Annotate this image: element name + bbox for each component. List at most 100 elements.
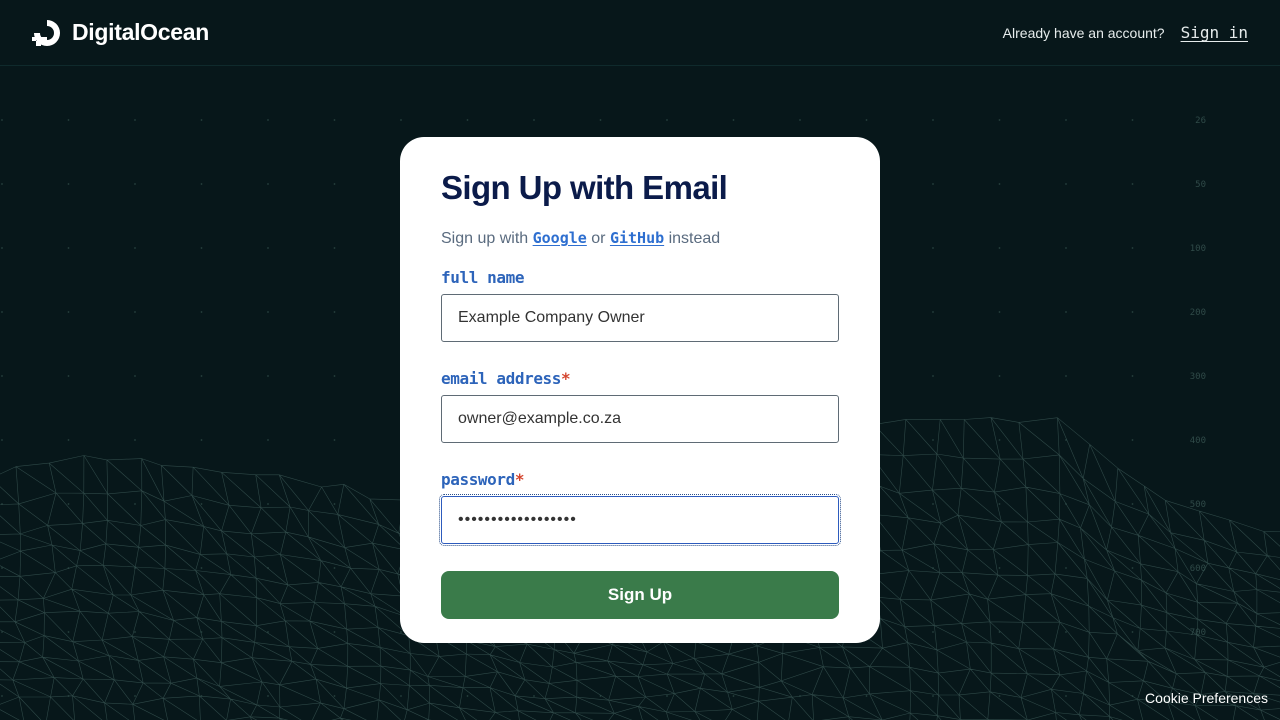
full-name-label-text: full name	[441, 268, 525, 287]
grid-dot	[200, 439, 203, 441]
grid-dot	[200, 311, 203, 313]
grid-dot	[998, 183, 1001, 185]
grid-dot	[998, 503, 1001, 505]
ruler-label: 500	[1190, 500, 1206, 510]
grid-dot	[134, 503, 136, 505]
sign-in-link[interactable]: Sign in	[1181, 23, 1248, 42]
ruler-label: 200	[1190, 308, 1206, 318]
grid-dot	[134, 375, 136, 377]
grid-dot	[865, 695, 868, 697]
grid-dot	[1065, 311, 1067, 313]
grid-dot	[1, 311, 3, 313]
grid-dot	[267, 183, 269, 185]
cookie-preferences-link[interactable]: Cookie Preferences	[1145, 690, 1268, 706]
grid-dot	[1, 375, 3, 377]
grid-dot	[599, 119, 602, 121]
grid-dot	[1131, 183, 1134, 185]
grid-dot	[1065, 567, 1067, 569]
grid-dot	[1131, 119, 1134, 121]
grid-dot	[732, 119, 735, 121]
account-prompt: Already have an account?	[1002, 24, 1165, 41]
grid-dot	[333, 183, 336, 185]
grid-dot	[1, 247, 3, 249]
alt-suffix: instead	[668, 230, 721, 247]
grid-dot	[333, 119, 336, 121]
grid-dot	[134, 311, 136, 313]
grid-dot	[333, 567, 336, 569]
password-label: password*	[441, 470, 839, 489]
grid-dot	[333, 695, 336, 697]
grid-dot	[267, 375, 269, 377]
grid-dot	[134, 631, 136, 633]
grid-dot	[267, 247, 269, 249]
brand-name: DigitalOcean	[72, 19, 209, 45]
grid-dot	[1131, 311, 1134, 313]
grid-dot	[932, 119, 934, 121]
grid-dot	[134, 119, 136, 121]
email-required-marker: *	[561, 369, 571, 388]
grid-dot	[200, 247, 203, 249]
digitalocean-logo-icon	[32, 19, 60, 46]
page-title: Sign Up with Email	[441, 169, 728, 206]
grid-dot	[134, 247, 136, 249]
grid-dot	[1, 119, 3, 121]
grid-dot	[732, 695, 735, 697]
grid-dot	[533, 119, 535, 121]
grid-dot	[400, 119, 402, 121]
grid-dot	[67, 311, 70, 313]
grid-dot	[400, 695, 402, 697]
grid-dot	[200, 119, 203, 121]
brand-logo-link[interactable]: DigitalOcean	[32, 18, 209, 48]
grid-dot	[1131, 247, 1134, 249]
grid-dot	[1, 439, 3, 441]
alt-or: or	[591, 230, 606, 247]
full-name-label: full name	[441, 268, 839, 287]
grid-dot	[666, 695, 668, 697]
ruler-label: 400	[1190, 436, 1206, 446]
grid-dot	[67, 503, 70, 505]
grid-dot	[267, 119, 269, 121]
signup-card: Sign Up with Email Sign up with Google o…	[400, 137, 880, 643]
grid-dot	[666, 119, 668, 121]
grid-dot	[998, 567, 1001, 569]
google-signup-link[interactable]: Google	[533, 229, 587, 247]
grid-dot	[932, 247, 934, 249]
grid-dot	[1065, 119, 1067, 121]
grid-dot	[1, 695, 3, 697]
grid-dot	[267, 503, 269, 505]
grid-dot	[1, 567, 3, 569]
grid-dot	[865, 119, 868, 121]
grid-dot	[998, 439, 1001, 441]
grid-dot	[932, 183, 934, 185]
grid-dot	[134, 183, 136, 185]
ruler-label: 600	[1190, 564, 1206, 574]
grid-dot	[932, 503, 934, 505]
grid-dot	[67, 375, 70, 377]
grid-dot	[1131, 439, 1134, 441]
grid-dot	[1131, 503, 1134, 505]
email-input[interactable]	[441, 395, 839, 443]
grid-dot	[1065, 183, 1067, 185]
password-label-text: password	[441, 470, 515, 489]
alternative-signup: Sign up with Google or GitHub instead	[441, 229, 839, 248]
github-signup-link[interactable]: GitHub	[610, 229, 664, 247]
grid-dot	[267, 311, 269, 313]
grid-dot	[200, 183, 203, 185]
full-name-input[interactable]	[441, 294, 839, 342]
grid-dot	[67, 439, 70, 441]
grid-dot	[333, 375, 336, 377]
ruler-label: 50	[1195, 180, 1206, 190]
grid-dot	[932, 375, 934, 377]
grid-dot	[998, 247, 1001, 249]
grid-dot	[932, 311, 934, 313]
grid-dot	[200, 375, 203, 377]
grid-dot	[134, 439, 136, 441]
sign-up-button[interactable]: Sign Up	[441, 571, 839, 619]
grid-dot	[333, 503, 336, 505]
signup-page: 26 50 100 200 300 400 500 600 700 DigitalOcean A…	[0, 0, 1280, 720]
grid-dot	[333, 439, 336, 441]
grid-dot	[998, 311, 1001, 313]
password-input[interactable]	[439, 494, 841, 546]
grid-dot	[1, 183, 3, 185]
grid-dot	[1131, 567, 1134, 569]
